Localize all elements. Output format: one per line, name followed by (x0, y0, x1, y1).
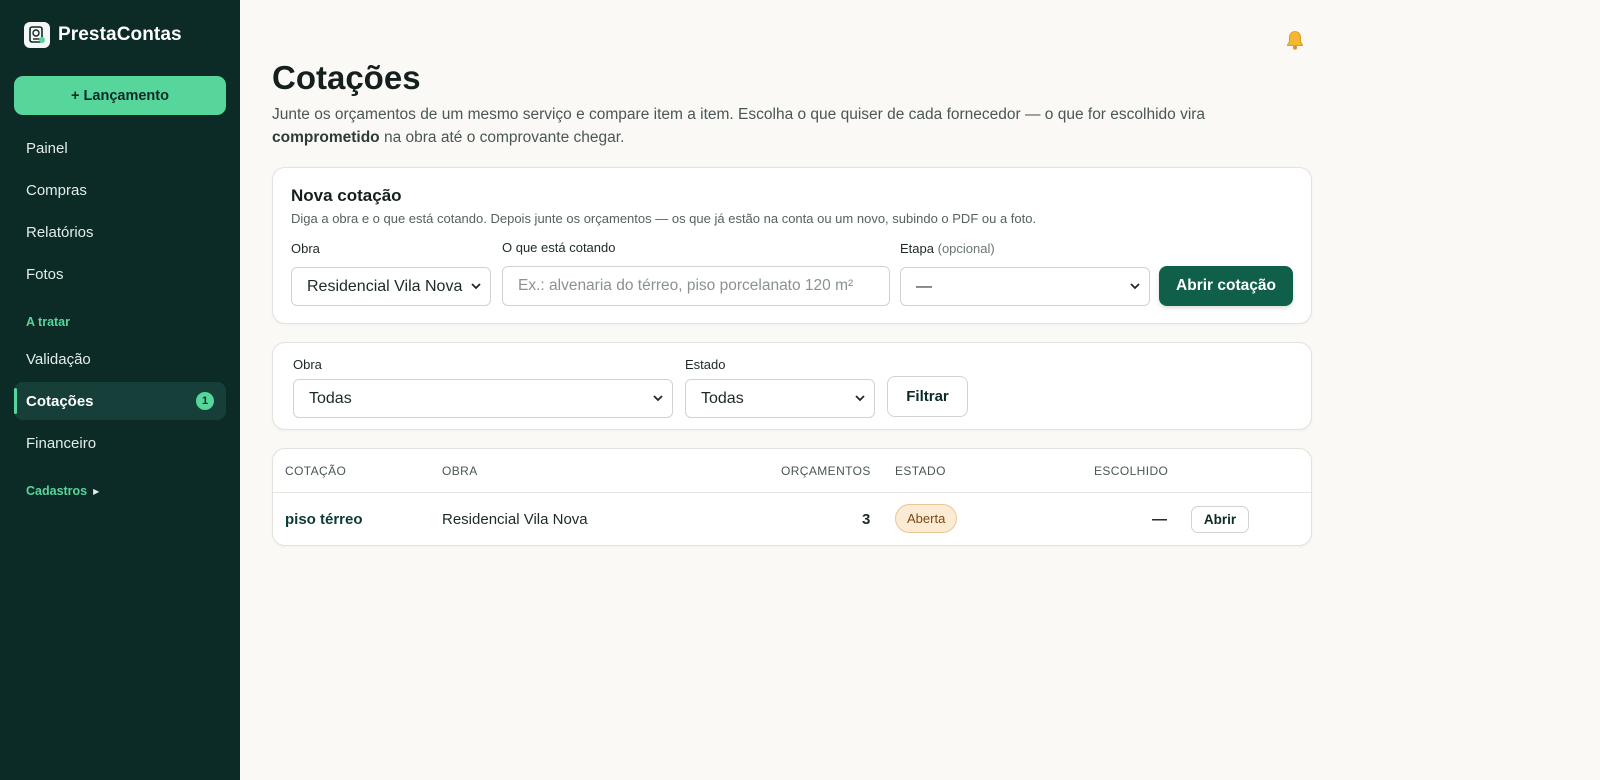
count-badge: 1 (196, 392, 214, 410)
sidebar-item-painel[interactable]: Painel (14, 129, 226, 167)
sidebar-item-cotacoes[interactable]: Cotações 1 (14, 382, 226, 420)
description-text: na obra até o comprovante chegar. (379, 129, 625, 146)
chevron-down-icon (855, 395, 865, 402)
section-a-tratar: A tratar (26, 315, 70, 329)
sidebar-item-label: Compras (26, 181, 87, 199)
select-value: Residencial Vila Nova (307, 277, 463, 295)
chevron-down-icon (471, 283, 481, 290)
filter-obra-select[interactable]: Todas (293, 379, 673, 418)
quote-budget-count: 3 (862, 511, 871, 528)
select-value: Todas (701, 389, 744, 407)
new-quote-card: Nova cotação Diga a obra e o que está co… (272, 167, 1312, 324)
filter-obra-label: Obra (293, 357, 322, 372)
quote-name-link[interactable]: piso térreo (285, 511, 363, 528)
sidebar-item-label: Cotações (26, 392, 94, 410)
optional-hint: (opcional) (937, 241, 995, 256)
select-value: Todas (309, 389, 352, 407)
open-quote-row-button[interactable]: Abrir (1191, 506, 1249, 533)
description-emphasis: comprometido (272, 129, 380, 146)
page-description: Junte os orçamentos de um mesmo serviço … (272, 103, 1272, 149)
app-name: PrestaContas (58, 24, 182, 45)
description-text: Junte os orçamentos de um mesmo serviço … (272, 106, 1206, 123)
sidebar-item-label: Validação (26, 350, 91, 368)
sidebar: PrestaContas + Lançamento Painel Compras… (0, 0, 240, 780)
item-label: O que está cotando (502, 240, 616, 255)
sidebar-item-label: Painel (26, 139, 68, 157)
item-input[interactable]: Ex.: alvenaria do térreo, piso porcelana… (502, 266, 890, 306)
obra-label: Obra (291, 241, 320, 256)
status-badge: Aberta (895, 504, 958, 533)
quote-chosen: — (1152, 511, 1167, 528)
obra-select[interactable]: Residencial Vila Nova (291, 267, 491, 306)
open-quote-button[interactable]: Abrir cotação (1159, 266, 1293, 306)
select-value: — (916, 277, 932, 295)
sidebar-item-fotos[interactable]: Fotos (14, 255, 226, 293)
column-header: COTAÇÃO (285, 464, 347, 478)
label-text: Etapa (900, 241, 934, 256)
etapa-select[interactable]: — (900, 267, 1150, 306)
chevron-down-icon (653, 395, 663, 402)
sidebar-item-compras[interactable]: Compras (14, 171, 226, 209)
sidebar-item-validacao[interactable]: Validação (14, 340, 226, 378)
filter-estado-label: Estado (685, 357, 726, 372)
filter-button[interactable]: Filtrar (887, 376, 968, 417)
card-subtitle: Diga a obra e o que está cotando. Depois… (291, 211, 1037, 226)
new-entry-button[interactable]: + Lançamento (14, 76, 226, 115)
quote-obra: Residencial Vila Nova (442, 511, 588, 528)
sidebar-item-relatorios[interactable]: Relatórios (14, 213, 226, 251)
section-label: A tratar (26, 315, 70, 329)
etapa-label: Etapa (opcional) (900, 241, 995, 256)
sidebar-item-label: Financeiro (26, 434, 97, 452)
quotes-table: COTAÇÃO OBRA ORÇAMENTOS ESTADO ESCOLHIDO… (272, 448, 1312, 546)
column-header: ORÇAMENTOS (781, 464, 871, 478)
sidebar-cadastros-toggle[interactable]: Cadastros ▶ (26, 484, 99, 498)
section-label: Cadastros (26, 484, 88, 498)
sidebar-item-label: Fotos (26, 265, 64, 283)
bell-icon[interactable] (1284, 29, 1306, 51)
sidebar-item-financeiro[interactable]: Financeiro (14, 424, 226, 462)
caret-right-icon: ▶ (93, 486, 100, 496)
column-header: ESCOLHIDO (1094, 464, 1169, 478)
filter-estado-select[interactable]: Todas (685, 379, 875, 418)
page-title: Cotações (272, 59, 421, 96)
brand[interactable]: PrestaContas (24, 22, 182, 48)
column-header: OBRA (442, 464, 478, 478)
logo-icon (24, 22, 50, 48)
filter-card: Obra Todas Estado Todas Filtrar (272, 342, 1312, 430)
chevron-down-icon (1130, 283, 1140, 290)
card-title: Nova cotação (291, 186, 402, 205)
sidebar-item-label: Relatórios (26, 223, 94, 241)
divider (273, 492, 1311, 493)
column-header: ESTADO (895, 464, 946, 478)
